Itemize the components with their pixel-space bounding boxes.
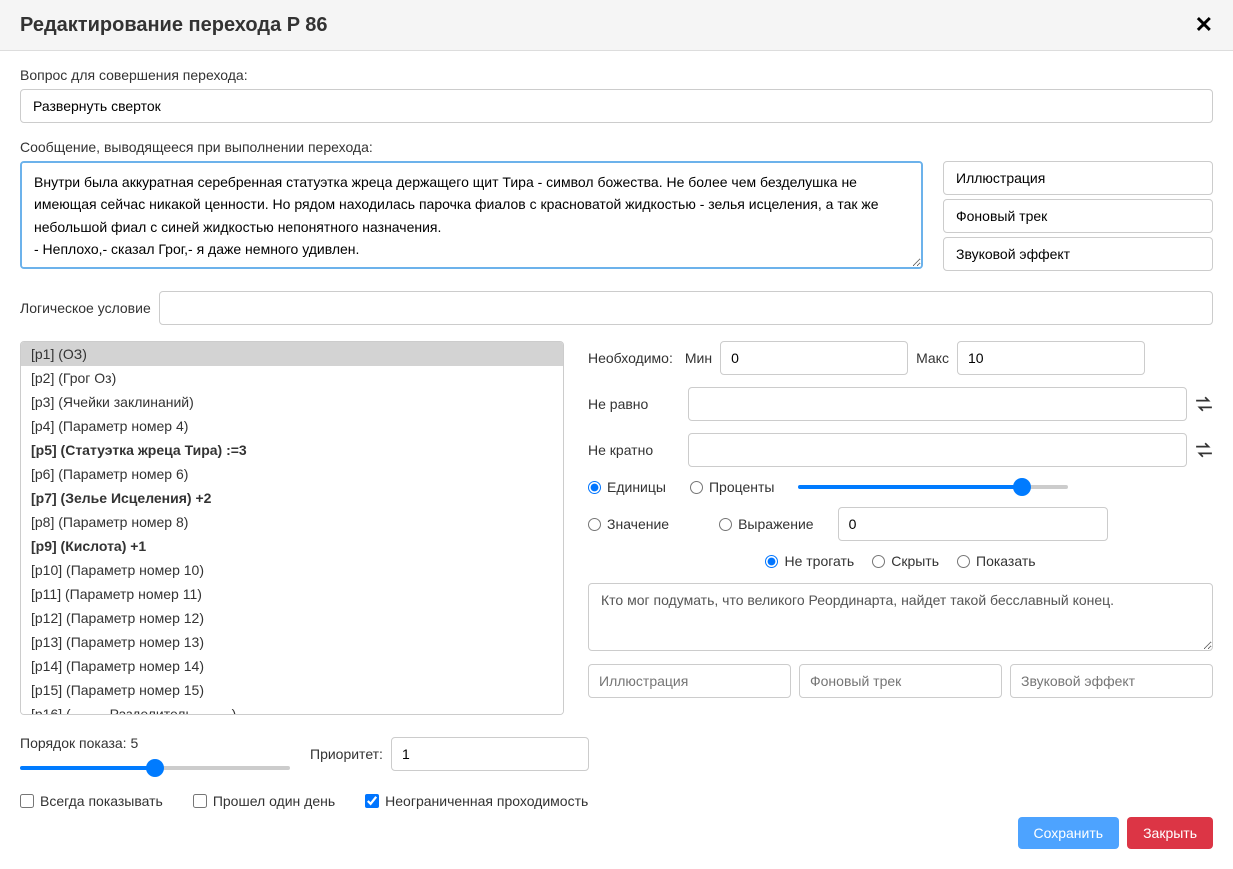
parameters-list[interactable]: [p1] (ОЗ)[p2] (Грог Оз)[p3] (Ячейки закл… [20,341,564,715]
list-item[interactable]: [p9] (Кислота) +1 [21,534,563,558]
close-icon[interactable]: ✕ [1195,12,1213,38]
value-radio[interactable] [588,518,601,531]
no-touch-radio[interactable] [765,555,778,568]
save-button[interactable]: Сохранить [1018,817,1120,849]
required-label: Необходимо: [588,350,673,366]
media-sound-input[interactable] [1010,664,1213,698]
list-item[interactable]: [p11] (Параметр номер 11) [21,582,563,606]
list-item[interactable]: [p3] (Ячейки заклинаний) [21,390,563,414]
list-item[interactable]: [p4] (Параметр номер 4) [21,414,563,438]
hide-label: Скрыть [891,553,939,569]
list-item[interactable]: [p6] (Параметр номер 6) [21,462,563,486]
not-multiple-label: Не кратно [588,442,680,458]
always-show-label: Всегда показывать [40,793,163,809]
illustration-button[interactable]: Иллюстрация [943,161,1213,195]
list-item[interactable]: [p15] (Параметр номер 15) [21,678,563,702]
logic-input[interactable] [159,291,1213,325]
bg-track-button[interactable]: Фоновый трек [943,199,1213,233]
message-label: Сообщение, выводящееся при выполнении пе… [20,139,1213,155]
min-input[interactable] [720,341,908,375]
modal-header: Редактирование перехода P 86 ✕ [0,0,1233,51]
day-passed-label: Прошел один день [213,793,335,809]
right-panel: Необходимо: Мин Макс Не равно Не кратно [588,341,1213,715]
media-bg-input[interactable] [799,664,1002,698]
order-slider[interactable] [20,766,290,770]
swap-icon[interactable] [1195,441,1213,459]
units-radio[interactable] [588,481,601,494]
show-radio[interactable] [957,555,970,568]
question-input[interactable] [20,89,1213,123]
list-item[interactable]: [p16] (_____Разделитель_____) [21,702,563,715]
description-textarea[interactable] [588,583,1213,651]
hide-radio[interactable] [872,555,885,568]
list-item[interactable]: [p13] (Параметр номер 13) [21,630,563,654]
not-equal-label: Не равно [588,396,680,412]
priority-label: Приоритет: [310,746,383,762]
amount-slider[interactable] [798,485,1068,489]
logic-label: Логическое условие [20,300,151,316]
list-item[interactable]: [p5] (Статуэтка жреца Тира) :=3 [21,438,563,462]
max-input[interactable] [957,341,1145,375]
message-textarea[interactable] [20,161,923,269]
sound-effect-button[interactable]: Звуковой эффект [943,237,1213,271]
list-item[interactable]: [p2] (Грог Оз) [21,366,563,390]
close-button[interactable]: Закрыть [1127,817,1213,849]
change-value-input[interactable] [838,507,1108,541]
expression-label: Выражение [738,516,813,532]
list-item[interactable]: [p1] (ОЗ) [21,342,563,366]
list-item[interactable]: [p10] (Параметр номер 10) [21,558,563,582]
priority-input[interactable] [391,737,589,771]
not-multiple-input[interactable] [688,433,1187,467]
modal-title: Редактирование перехода P 86 [20,14,328,37]
edit-transition-modal: Редактирование перехода P 86 ✕ Вопрос дл… [0,0,1233,869]
swap-icon[interactable] [1195,395,1213,413]
always-show-checkbox[interactable] [20,794,34,808]
max-label: Макс [916,350,949,366]
show-label: Показать [976,553,1036,569]
list-item[interactable]: [p12] (Параметр номер 12) [21,606,563,630]
order-label: Порядок показа: 5 [20,735,290,751]
units-label: Единицы [607,479,666,495]
unlimited-checkbox[interactable] [365,794,379,808]
value-label: Значение [607,516,669,532]
modal-body: Вопрос для совершения перехода: Сообщени… [0,51,1233,847]
list-item[interactable]: [p14] (Параметр номер 14) [21,654,563,678]
percent-label: Проценты [709,479,775,495]
day-passed-checkbox[interactable] [193,794,207,808]
list-item[interactable]: [p8] (Параметр номер 8) [21,510,563,534]
min-label: Мин [685,350,712,366]
percent-radio[interactable] [690,481,703,494]
question-label: Вопрос для совершения перехода: [20,67,1213,83]
media-illustration-input[interactable] [588,664,791,698]
expression-radio[interactable] [719,518,732,531]
not-equal-input[interactable] [688,387,1187,421]
list-item[interactable]: [p7] (Зелье Исцеления) +2 [21,486,563,510]
unlimited-label: Неограниченная проходимость [385,793,588,809]
no-touch-label: Не трогать [784,553,854,569]
